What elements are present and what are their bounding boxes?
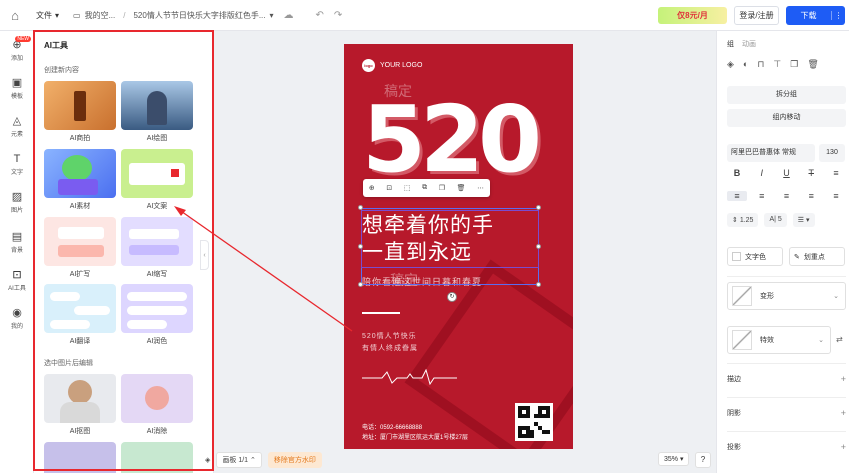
delete-icon[interactable]: 🗑 <box>807 59 818 70</box>
lock-icon[interactable]: ⊓ <box>757 59 764 70</box>
divider <box>727 363 846 364</box>
letter-spacing-input[interactable]: A| 5 <box>764 213 787 227</box>
effect-style-label: 特效 <box>760 337 774 344</box>
chevron-down-icon: ⌄ <box>818 337 824 344</box>
tab-group[interactable]: 组 <box>727 39 734 49</box>
plus-icon: + <box>840 442 846 452</box>
color-swatch <box>732 252 741 261</box>
pages-label: 画板 1/1 <box>222 457 249 464</box>
italic-icon[interactable]: I <box>752 168 772 178</box>
pen-icon: ✎ <box>794 253 800 261</box>
bottom-bar: ◈ 画板 1/1 ⌃ 移除官方水印 <box>205 452 322 468</box>
font-size-input[interactable]: 130 <box>819 144 845 162</box>
help-icon[interactable]: ? <box>695 452 711 468</box>
highlight-label: 划重点 <box>803 253 825 261</box>
layers-icon[interactable]: ◈ <box>727 59 734 70</box>
font-row: 阿里巴巴普惠体 常规 130 <box>727 144 845 162</box>
highlight-button[interactable]: ✎ 划重点 <box>789 247 845 266</box>
properties-panel: 组 动画 ◈ ◐ ⊓ ⊤ ❐ 🗑 拆分组 组内移动 阿里巴巴普惠体 常规 130… <box>716 31 849 473</box>
color-row: 文字色 ✎ 划重点 <box>727 247 845 266</box>
effect-style-select[interactable]: 特效 ⌄ <box>727 326 831 354</box>
bold-icon[interactable]: B <box>727 168 747 178</box>
plus-icon: + <box>840 408 846 418</box>
text-style-row: B I U T ≡ <box>727 168 846 178</box>
spacing-row: ⇕ 1.25 A| 5 ☰ ▾ <box>727 213 815 227</box>
style-thumbnail <box>732 330 752 350</box>
arrange-icons: ◈ ◐ ⊓ ⊤ ❐ 🗑 <box>727 59 819 70</box>
divider <box>727 431 846 432</box>
copy-icon[interactable]: ❐ <box>790 59 798 70</box>
vertical-text-icon[interactable]: ≡ <box>826 168 846 178</box>
align-center-icon[interactable]: ≡ <box>752 191 772 201</box>
zoom-control[interactable]: 35% ▾ <box>658 452 690 466</box>
line-height-input[interactable]: ⇕ 1.25 <box>727 213 759 227</box>
remove-watermark-button[interactable]: 移除官方水印 <box>267 452 322 468</box>
properties-tabs: 组 动画 <box>727 39 756 49</box>
swap-icon[interactable]: ⇄ <box>836 335 843 344</box>
format-painter-icon[interactable]: ⊤ <box>773 59 781 70</box>
text-color-label: 文字色 <box>745 253 766 261</box>
justify-icon[interactable]: ≡ <box>801 191 821 201</box>
font-family-select[interactable]: 阿里巴巴普惠体 常规 <box>727 144 815 162</box>
style-thumbnail <box>732 286 752 306</box>
align-left-icon[interactable]: ≡ <box>727 191 747 201</box>
divider <box>727 276 846 277</box>
letter-spacing-value: 5 <box>777 216 782 223</box>
distribute-icon[interactable]: ≡ <box>826 191 846 201</box>
section-shadow[interactable]: 阴影 + <box>727 408 846 418</box>
section-stroke[interactable]: 描边 + <box>727 374 846 384</box>
page-selector[interactable]: 画板 1/1 ⌃ <box>216 452 262 468</box>
move-in-group-button[interactable]: 组内移动 <box>727 109 846 127</box>
divider <box>727 397 846 398</box>
line-height-value: 1.25 <box>739 217 754 224</box>
ungroup-button[interactable]: 拆分组 <box>727 86 846 104</box>
tab-animation[interactable]: 动画 <box>742 39 756 49</box>
align-right-icon[interactable]: ≡ <box>777 191 797 201</box>
text-color-button[interactable]: 文字色 <box>727 247 783 266</box>
section-label: 描边 <box>727 376 741 383</box>
layers-icon[interactable]: ◈ <box>205 456 210 464</box>
chevron-down-icon: ⌄ <box>833 293 839 300</box>
underline-icon[interactable]: U <box>777 168 797 178</box>
list-style-select[interactable]: ☰ ▾ <box>792 213 815 227</box>
strikethrough-icon[interactable]: T <box>801 168 821 178</box>
shape-style-label: 变形 <box>760 293 774 300</box>
section-label: 阴影 <box>727 410 741 417</box>
section-projection[interactable]: 投影 + <box>727 442 846 452</box>
plus-icon: + <box>840 374 846 384</box>
alignment-row: ≡ ≡ ≡ ≡ ≡ <box>727 191 846 201</box>
opacity-icon[interactable]: ◐ <box>743 59 748 70</box>
zoom-value: 35% <box>664 456 679 463</box>
section-label: 投影 <box>727 444 741 451</box>
shape-style-select[interactable]: 变形 ⌄ <box>727 282 846 310</box>
